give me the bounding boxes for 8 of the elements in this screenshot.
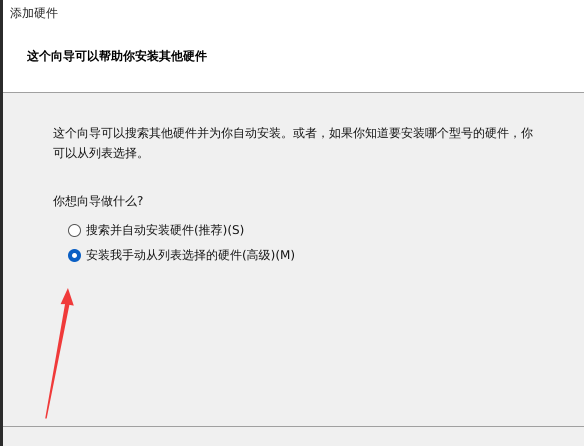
radio-button[interactable] [68,224,81,237]
option-label[interactable]: 安装我手动从列表选择的硬件(高级)(M) [86,247,296,264]
description-text: 这个向导可以搜索其他硬件并为你自动安装。或者，如果你知道要安装哪个型号的硬件，你可以从列表选择。 [53,125,534,162]
option-label[interactable]: 搜索并自动安装硬件(推荐)(S) [86,222,244,239]
question-label: 你想向导做什么? [53,193,144,210]
window-title: 添加硬件 [10,5,58,22]
wizard-heading: 这个向导可以帮助你安装其他硬件 [27,48,207,65]
radio-button[interactable] [68,249,81,262]
